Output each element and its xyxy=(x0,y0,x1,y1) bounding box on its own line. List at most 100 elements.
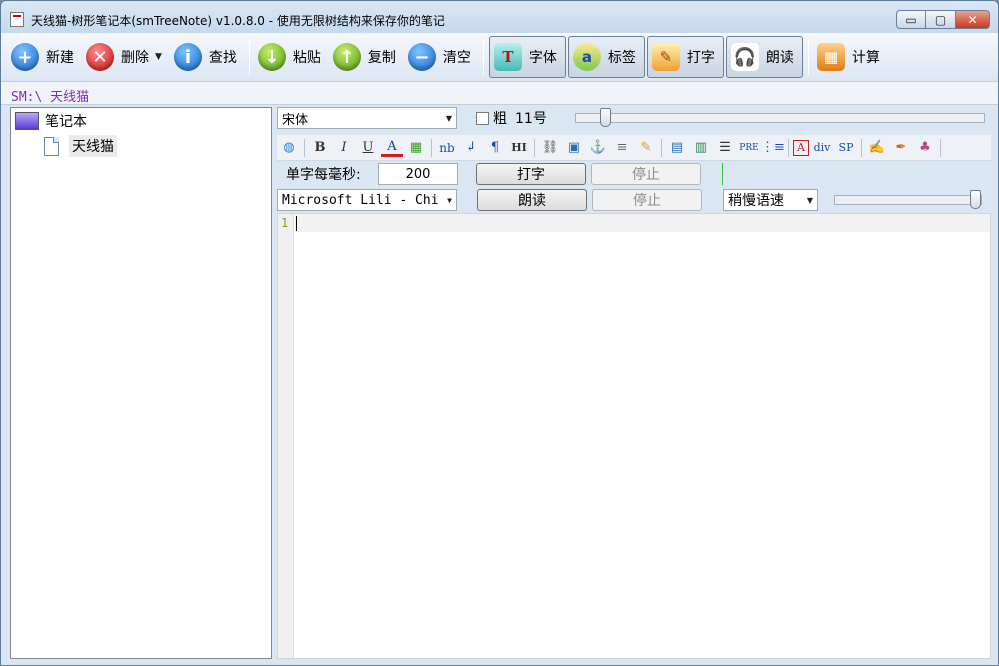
tag-label: 标签 xyxy=(607,50,636,66)
line-number-gutter: 1 xyxy=(278,214,294,658)
delete-label: 删除 xyxy=(121,50,149,66)
stop-reading-button[interactable]: 停止 xyxy=(592,189,702,211)
link-icon[interactable]: ⛓ xyxy=(539,138,561,158)
calc-button[interactable]: ▦ 计算 xyxy=(813,37,888,77)
slider-thumb[interactable] xyxy=(970,190,981,209)
toolbar-separator xyxy=(807,39,809,75)
clear-button[interactable]: − 清空 xyxy=(404,37,479,77)
clear-label: 清空 xyxy=(442,50,471,66)
read-toggle-button[interactable]: 🎧 朗读 xyxy=(725,36,803,78)
paste-button[interactable]: ↓ 粘贴 xyxy=(254,37,329,77)
chevron-down-icon: ▼ xyxy=(447,195,452,205)
tree-item-tianxianmao[interactable]: 天线猫 xyxy=(44,135,117,157)
pen-icon[interactable]: ✒ xyxy=(890,138,912,158)
find-label: 查找 xyxy=(208,50,237,66)
toolbar-separator xyxy=(248,39,250,75)
sp-icon[interactable]: SP xyxy=(835,138,857,158)
hr-icon[interactable]: ≡ xyxy=(611,138,633,158)
color-grid-icon[interactable]: ▦ xyxy=(405,138,427,158)
text-cursor xyxy=(296,216,297,231)
speech-speed-value: 稍慢语速 xyxy=(728,193,784,209)
format-toolbar: ◍ B I U A ▦ nb ↲ ¶ HI ⛓ ▣ ⚓ ≡ ✎ ▤ ▥ ☰ PR… xyxy=(277,135,991,161)
pre-icon[interactable]: PRE xyxy=(738,138,760,158)
typing-row: 单字每毫秒: 200 打字 停止 xyxy=(277,163,991,185)
font-color-icon[interactable]: A xyxy=(381,139,403,157)
bold-checkbox[interactable]: 粗 xyxy=(476,108,507,128)
delete-button[interactable]: ✕ 删除 ▼ xyxy=(82,37,170,77)
tree-view[interactable]: 笔记本 天线猫 xyxy=(10,107,272,659)
paragraph-icon[interactable]: ¶ xyxy=(484,138,506,158)
app-window: 天线猫-树形笔记本(smTreeNote) v1.0.8.0 - 使用无限树结构… xyxy=(0,0,999,666)
font-row: 宋体 ▼ 粗 11号 xyxy=(277,107,991,129)
find-button[interactable]: i 查找 xyxy=(170,37,245,77)
align-icon[interactable]: ☰ xyxy=(714,138,736,158)
speech-rate-slider[interactable] xyxy=(834,190,982,209)
tag-toggle-button[interactable]: a 标签 xyxy=(567,36,645,78)
minimize-button[interactable]: ▭ xyxy=(896,10,926,29)
typing-progress-marker xyxy=(722,163,723,185)
ms-per-char-input[interactable]: 200 xyxy=(378,163,458,185)
pdf-icon[interactable]: A xyxy=(793,139,809,156)
computer-icon xyxy=(15,112,39,130)
arrow-up-icon: ↑ xyxy=(332,43,361,71)
title-bar[interactable]: 天线猫-树形笔记本(smTreeNote) v1.0.8.0 - 使用无限树结构… xyxy=(1,1,998,33)
image-icon[interactable]: ▣ xyxy=(563,138,585,158)
path-bar: SM:\ 天线猫 xyxy=(1,81,998,105)
tree-root[interactable]: 笔记本 xyxy=(15,111,87,131)
format-separator xyxy=(431,138,432,157)
font-family-value: 宋体 xyxy=(282,112,309,128)
arrow-down-icon: ↓ xyxy=(257,43,286,71)
ms-per-char-label: 单字每毫秒: xyxy=(286,167,361,183)
checkbox-box xyxy=(476,111,489,125)
format-separator xyxy=(861,138,862,157)
chevron-down-icon: ▼ xyxy=(806,195,813,205)
voice-select[interactable]: Microsoft Lili - Chi ▼ xyxy=(277,189,457,211)
italic-icon[interactable]: I xyxy=(333,138,355,158)
paint-icon[interactable]: ♣ xyxy=(914,138,936,158)
chevron-down-icon[interactable]: ▼ xyxy=(155,52,162,62)
line-break-icon[interactable]: ↲ xyxy=(460,138,482,158)
minus-icon: − xyxy=(407,43,436,71)
paste-label: 粘贴 xyxy=(292,50,321,66)
type-toggle-button[interactable]: ✎ 打字 xyxy=(646,36,724,78)
font-family-select[interactable]: 宋体 ▼ xyxy=(277,107,457,129)
speech-speed-select[interactable]: 稍慢语速 ▼ xyxy=(723,189,818,211)
chevron-down-icon: ▼ xyxy=(445,113,452,123)
maximize-button[interactable]: ▢ xyxy=(926,10,956,29)
new-label: 新建 xyxy=(46,50,74,66)
calculator-icon: ▦ xyxy=(816,43,845,71)
plus-icon: + xyxy=(11,43,39,71)
main-toolbar: + 新建 ✕ 删除 ▼ i 查找 ↓ 粘贴 ↑ 复制 − 清空 T 字体 a 标… xyxy=(1,33,998,81)
edit-icon[interactable]: ✍ xyxy=(866,138,888,158)
close-button[interactable]: ✕ xyxy=(956,10,990,29)
tree-item-label: 天线猫 xyxy=(69,135,117,157)
line-number: 1 xyxy=(281,216,289,230)
read-row: Microsoft Lili - Chi ▼ 朗读 停止 稍慢语速 ▼ xyxy=(277,189,991,211)
ordered-list-icon[interactable]: ⋮≡ xyxy=(761,138,785,158)
underline-icon[interactable]: U xyxy=(357,138,379,158)
highlight-icon[interactable]: ✎ xyxy=(635,138,657,158)
heading-icon[interactable]: HI xyxy=(508,138,530,158)
bold-icon[interactable]: B xyxy=(309,138,331,158)
list-box-icon[interactable]: ▥ xyxy=(690,138,712,158)
start-typing-button[interactable]: 打字 xyxy=(476,163,586,185)
div-icon[interactable]: div xyxy=(811,138,833,158)
table-icon[interactable]: ▤ xyxy=(666,138,688,158)
font-toggle-button[interactable]: T 字体 xyxy=(488,36,566,78)
new-button[interactable]: + 新建 xyxy=(7,37,82,77)
font-size-label: 11号 xyxy=(515,111,547,127)
format-separator xyxy=(788,138,789,157)
nbsp-icon[interactable]: nb xyxy=(436,138,458,158)
globe-icon[interactable]: ◍ xyxy=(278,138,300,158)
anchor-icon[interactable]: ⚓ xyxy=(587,138,609,158)
text-editor[interactable]: 1 xyxy=(277,213,991,659)
font-size-slider[interactable] xyxy=(574,108,985,127)
stop-typing-button[interactable]: 停止 xyxy=(591,163,701,185)
copy-button[interactable]: ↑ 复制 xyxy=(329,37,404,77)
format-separator xyxy=(661,138,662,157)
format-separator xyxy=(534,138,535,157)
current-line-highlight xyxy=(295,214,990,232)
slider-thumb[interactable] xyxy=(599,108,611,127)
delete-x-icon: ✕ xyxy=(86,43,114,71)
start-reading-button[interactable]: 朗读 xyxy=(477,189,587,211)
